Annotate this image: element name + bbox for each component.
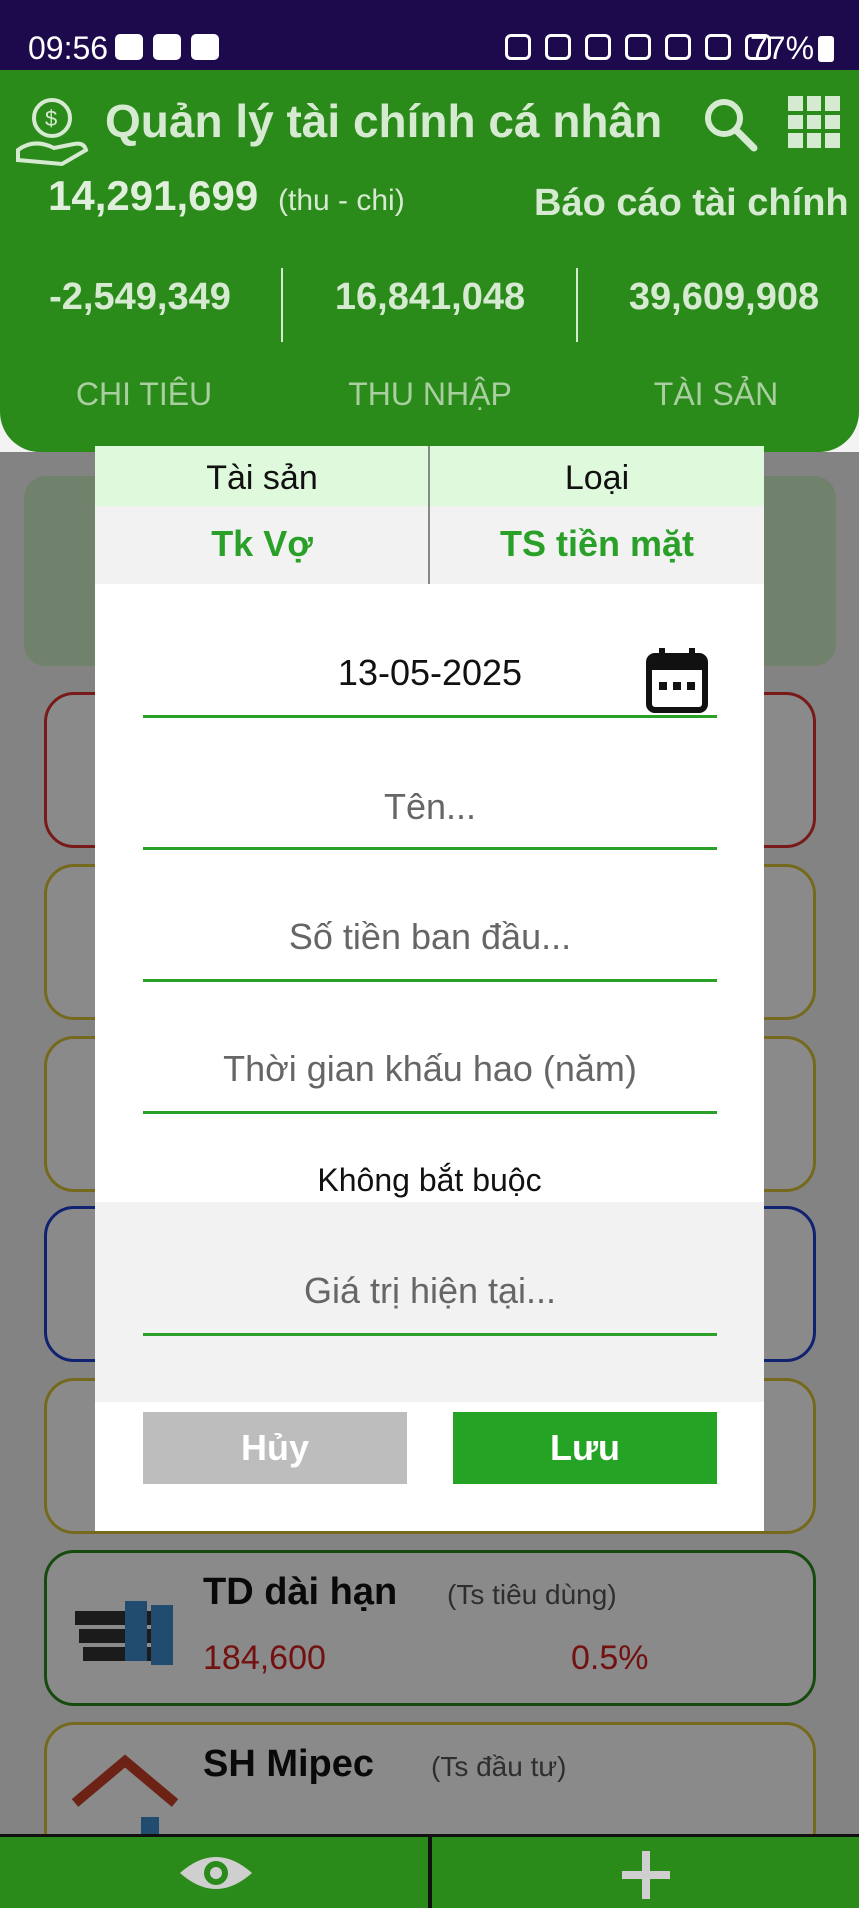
type-value: TS tiền mặt — [430, 506, 764, 584]
add-button[interactable] — [432, 1837, 859, 1908]
depreciation-placeholder: Thời gian khấu hao (năm) — [223, 1048, 637, 1089]
plus-icon — [622, 1851, 670, 1899]
grid-menu-icon[interactable] — [788, 96, 840, 148]
app-title: Quản lý tài chính cá nhân — [105, 95, 663, 147]
status-time: 09:56 — [28, 30, 109, 66]
net-balance: 14,291,699 — [48, 172, 259, 219]
expense-total: -2,549,349 — [49, 276, 231, 318]
tab-income[interactable]: THU NHẬP — [290, 376, 570, 413]
app-header: $ Quản lý tài chính cá nhân 14,291,699 (… — [0, 70, 859, 452]
financial-report-link[interactable]: Báo cáo tài chính > — [534, 182, 859, 225]
initial-amount-placeholder: Số tiền ban đầu... — [288, 916, 572, 957]
date-value: 13-05-2025 — [337, 652, 523, 693]
robot-icon — [505, 34, 531, 60]
name-input[interactable]: Tên... — [143, 786, 717, 850]
battery-icon — [818, 36, 834, 62]
eye-icon — [180, 1857, 252, 1889]
network-4g-icon — [705, 34, 731, 60]
battery-percent: 77% — [750, 30, 815, 66]
mute-icon — [585, 34, 611, 60]
asset-total: 39,609,908 — [628, 276, 820, 318]
volte-icon — [665, 34, 691, 60]
search-icon[interactable] — [700, 94, 760, 154]
toggle-visibility-button[interactable] — [0, 1837, 428, 1908]
notification-icons — [115, 34, 219, 60]
name-placeholder: Tên... — [383, 786, 477, 827]
image-icon — [191, 34, 219, 60]
initial-amount-input[interactable]: Số tiền ban đầu... — [143, 916, 717, 982]
depreciation-input[interactable]: Thời gian khấu hao (năm) — [143, 1048, 717, 1114]
net-balance-note: (thu - chi) — [278, 184, 405, 217]
check-icon — [153, 34, 181, 60]
status-bar: 09:56 77% — [0, 0, 859, 70]
cancel-button[interactable]: Hủy — [143, 1412, 407, 1484]
asset-label: Tài sản — [95, 446, 429, 506]
add-asset-dialog: Tài sản Tk Vợ Loại TS tiền mặt 13-05-202… — [95, 446, 764, 1531]
calendar-icon[interactable] — [645, 646, 709, 714]
date-field[interactable]: 13-05-2025 — [143, 648, 717, 718]
type-selector[interactable]: Loại TS tiền mặt — [430, 446, 764, 584]
income-total: 16,841,048 — [334, 276, 526, 318]
system-icons — [505, 34, 771, 60]
divider — [281, 268, 283, 342]
divider — [576, 268, 578, 342]
asset-value: Tk Vợ — [95, 506, 429, 584]
svg-text:$: $ — [45, 106, 57, 131]
bottom-bar — [0, 1834, 859, 1908]
message-icon — [115, 34, 143, 60]
save-button[interactable]: Lưu — [453, 1412, 717, 1484]
current-value-placeholder: Giá trị hiện tại... — [303, 1270, 557, 1311]
dialog-header: Tài sản Tk Vợ Loại TS tiền mặt — [95, 446, 764, 584]
type-label: Loại — [430, 446, 764, 506]
current-value-input[interactable]: Giá trị hiện tại... — [143, 1270, 717, 1336]
asset-selector[interactable]: Tài sản Tk Vợ — [95, 446, 429, 584]
optional-label: Không bắt buộc — [317, 1162, 542, 1198]
money-hand-icon: $ — [16, 98, 89, 167]
hotspot-icon — [625, 34, 651, 60]
alarm-icon — [545, 34, 571, 60]
tab-assets[interactable]: TÀI SẢN — [576, 376, 856, 413]
tab-expense[interactable]: CHI TIÊU — [4, 376, 284, 413]
